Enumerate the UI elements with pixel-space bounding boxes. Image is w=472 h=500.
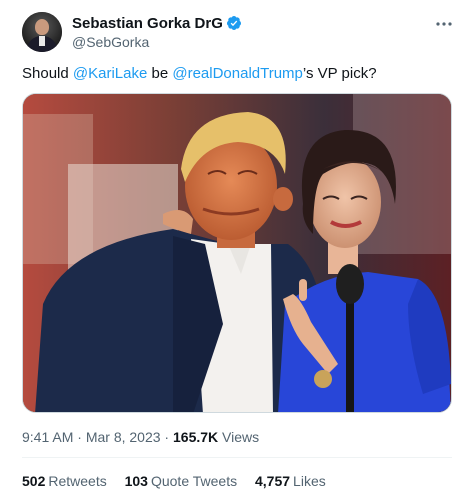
retweets-stat[interactable]: 502 Retweets — [22, 472, 107, 490]
views-count: 165.7K — [173, 429, 219, 445]
mention-link-karilake[interactable]: @KariLake — [73, 65, 147, 82]
tweet-date[interactable]: Mar 8, 2023 — [86, 429, 161, 445]
likes-stat[interactable]: 4,757 Likes — [255, 472, 326, 490]
tweet-photo[interactable] — [22, 93, 452, 413]
author-display-name[interactable]: Sebastian Gorka DrG — [72, 14, 242, 33]
tweet-card: Sebastian Gorka DrG @SebGorka Should @Ka… — [0, 0, 472, 500]
mention-link-realdonaldtrump[interactable]: @realDonaldTrump — [172, 65, 303, 82]
author-names: Sebastian Gorka DrG @SebGorka — [72, 14, 242, 51]
avatar[interactable] — [22, 12, 62, 52]
tweet-header: Sebastian Gorka DrG @SebGorka — [22, 12, 458, 56]
tweet-text: Should @KariLake be @realDonaldTrump’s V… — [22, 65, 377, 82]
quote-tweets-stat[interactable]: 103 Quote Tweets — [125, 472, 238, 490]
tweet-meta: 9:41 AM · Mar 8, 2023 · 165.7K Views — [22, 429, 260, 445]
engagement-stats: 502 Retweets 103 Quote Tweets 4,757 Likes — [22, 472, 340, 490]
verified-badge-icon — [226, 16, 241, 30]
views-label: Views — [222, 429, 260, 445]
divider — [22, 457, 452, 458]
more-options-icon[interactable] — [434, 14, 454, 34]
author-handle[interactable]: @SebGorka — [72, 33, 242, 51]
tweet-time[interactable]: 9:41 AM — [22, 429, 73, 445]
